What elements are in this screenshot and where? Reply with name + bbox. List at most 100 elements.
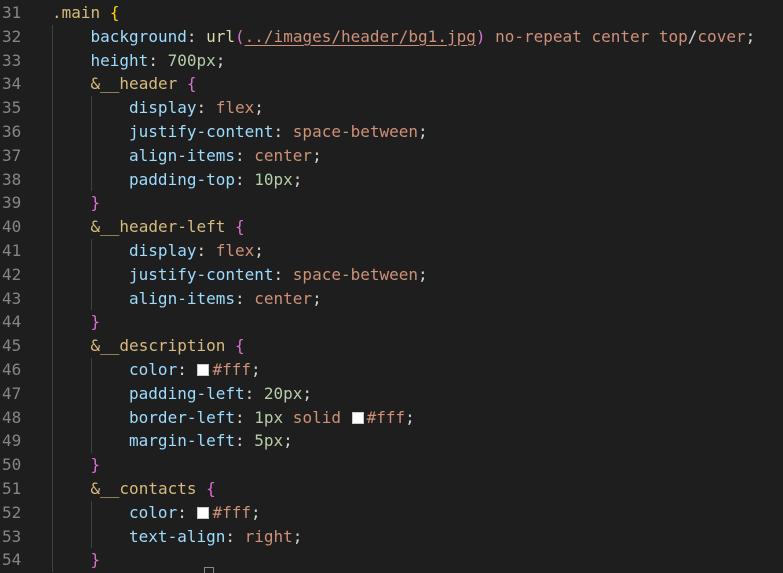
- indent-guide: [90, 405, 92, 430]
- token-punct: ;: [254, 98, 264, 118]
- code-text: align-items: center;: [129, 287, 322, 311]
- token-b2: {: [235, 336, 245, 356]
- indent-guide: [52, 215, 53, 239]
- line-number: 53: [2, 526, 22, 546]
- token-punct: :: [235, 431, 255, 451]
- token-amp: &: [90, 479, 101, 498]
- token-num: 1px: [254, 407, 284, 427]
- indent-guide: [90, 429, 92, 454]
- token-b2: }: [90, 193, 101, 213]
- code-text: height: 700px;: [91, 49, 226, 73]
- line-number: 39: [2, 193, 22, 213]
- token-b2: }: [90, 550, 101, 570]
- line-number: 49: [2, 431, 22, 451]
- indent-guide: [52, 405, 53, 430]
- token-num: 5px: [254, 431, 284, 451]
- code-line[interactable]: 31 .main {: [0, 1, 783, 25]
- token-sel: __contacts: [100, 479, 197, 498]
- line-number: 36: [2, 122, 22, 141]
- code-text: color: #fff;: [129, 358, 261, 382]
- code-line[interactable]: 53 text-align: right;: [0, 524, 783, 549]
- code-line[interactable]: 48 border-left: 1px solid #fff;: [0, 405, 783, 430]
- indent-guide: [52, 334, 53, 358]
- code-line[interactable]: 54}: [0, 548, 783, 573]
- token-punct: ;: [251, 360, 261, 379]
- line-number: 35: [2, 98, 22, 118]
- token-prop: background: [90, 26, 187, 46]
- indent-guide: [52, 524, 53, 549]
- code-text: padding-left: 20px;: [129, 382, 312, 406]
- code-text: display: flex;: [129, 239, 264, 263]
- color-swatch[interactable]: [351, 411, 364, 424]
- code-text: &__contacts {: [91, 477, 216, 501]
- token-val: center: [254, 288, 313, 308]
- code-line[interactable]: 46 color: #fff;: [0, 358, 783, 382]
- token-val: cover: [697, 26, 746, 46]
- token-prop: align-items: [129, 288, 235, 308]
- code-line[interactable]: 49 margin-left: 5px;: [0, 429, 783, 454]
- code-line[interactable]: 36 justify-content: space-between;: [0, 120, 783, 144]
- code-line[interactable]: 38 padding-top: 10px;: [0, 167, 783, 192]
- code-text: background: url(../images/header/bg1.jpg…: [91, 25, 756, 49]
- indent-guide: [52, 96, 53, 120]
- indent-guide: [52, 120, 53, 144]
- code-text: color: #fff;: [129, 501, 261, 525]
- token-punct: ;: [418, 264, 428, 284]
- token-prop: border-left: [129, 407, 235, 427]
- token-b2: }: [90, 312, 101, 332]
- token-punct: :: [235, 407, 255, 427]
- code-text: text-align: right;: [129, 525, 302, 549]
- token-b2: {: [186, 74, 197, 94]
- token-prop: align-items: [129, 145, 235, 165]
- code-line[interactable]: 40 &__header-left {: [0, 215, 783, 239]
- line-number: 40: [2, 217, 22, 237]
- color-swatch[interactable]: [197, 506, 210, 519]
- code-text: &__description {: [91, 334, 245, 358]
- code-line[interactable]: 44}: [0, 310, 783, 335]
- token-punct: :: [273, 122, 293, 141]
- line-number: 42: [2, 264, 22, 284]
- token-val: right: [244, 526, 293, 546]
- line-number: 50: [2, 455, 22, 475]
- code-line[interactable]: 50}: [0, 453, 783, 477]
- code-line[interactable]: 34 &__header {: [0, 72, 783, 97]
- token-val: no-repeat center top: [485, 26, 688, 46]
- token-punct: ;: [251, 502, 261, 522]
- indent-guide: [52, 453, 53, 477]
- code-line[interactable]: 33 height: 700px;: [0, 48, 783, 73]
- code-text: }: [91, 191, 101, 215]
- code-line[interactable]: 41 display: flex;: [0, 239, 783, 263]
- line-number: 54: [2, 550, 22, 570]
- code-text: margin-left: 5px;: [129, 429, 293, 453]
- code-line[interactable]: 32 background: url(../images/header/bg1.j…: [0, 24, 783, 49]
- color-swatch[interactable]: [197, 364, 210, 376]
- indent-guide: [90, 524, 92, 549]
- code-text: }: [91, 310, 101, 334]
- code-line[interactable]: 37 align-items: center;: [0, 143, 783, 168]
- code-line[interactable]: 39}: [0, 191, 783, 216]
- code-line[interactable]: 52 color: #fff;: [0, 500, 783, 525]
- token-prop: display: [129, 98, 197, 118]
- line-number: 48: [2, 407, 22, 427]
- token-punct: :: [148, 50, 168, 70]
- code-line[interactable]: 47 padding-left: 20px;: [0, 381, 783, 406]
- token-punct: ;: [215, 50, 226, 70]
- code-line[interactable]: 45 &__description {: [0, 334, 783, 358]
- token-punct: :: [196, 98, 216, 118]
- code-line[interactable]: 35 display: flex;: [0, 96, 783, 120]
- code-line[interactable]: 42 justify-content: space-between;: [0, 262, 783, 287]
- code-editor[interactable]: 31 .main {32 background: url(../images/hea…: [0, 0, 783, 573]
- token-b2: {: [235, 217, 245, 237]
- token-prop: justify-content: [129, 122, 274, 141]
- code-text: .main {: [52, 1, 119, 25]
- indent-guide: [90, 358, 92, 382]
- token-punct: ;: [745, 26, 756, 46]
- token-punct: ;: [302, 383, 313, 403]
- token-b2: {: [206, 479, 216, 498]
- token-punct: ;: [418, 122, 428, 141]
- code-line[interactable]: 43 align-items: center;: [0, 286, 783, 311]
- indent-guide: [90, 120, 92, 144]
- code-line[interactable]: 51 &__contacts {: [0, 477, 783, 501]
- token-punct: ;: [292, 526, 303, 546]
- token-val: center: [254, 145, 313, 165]
